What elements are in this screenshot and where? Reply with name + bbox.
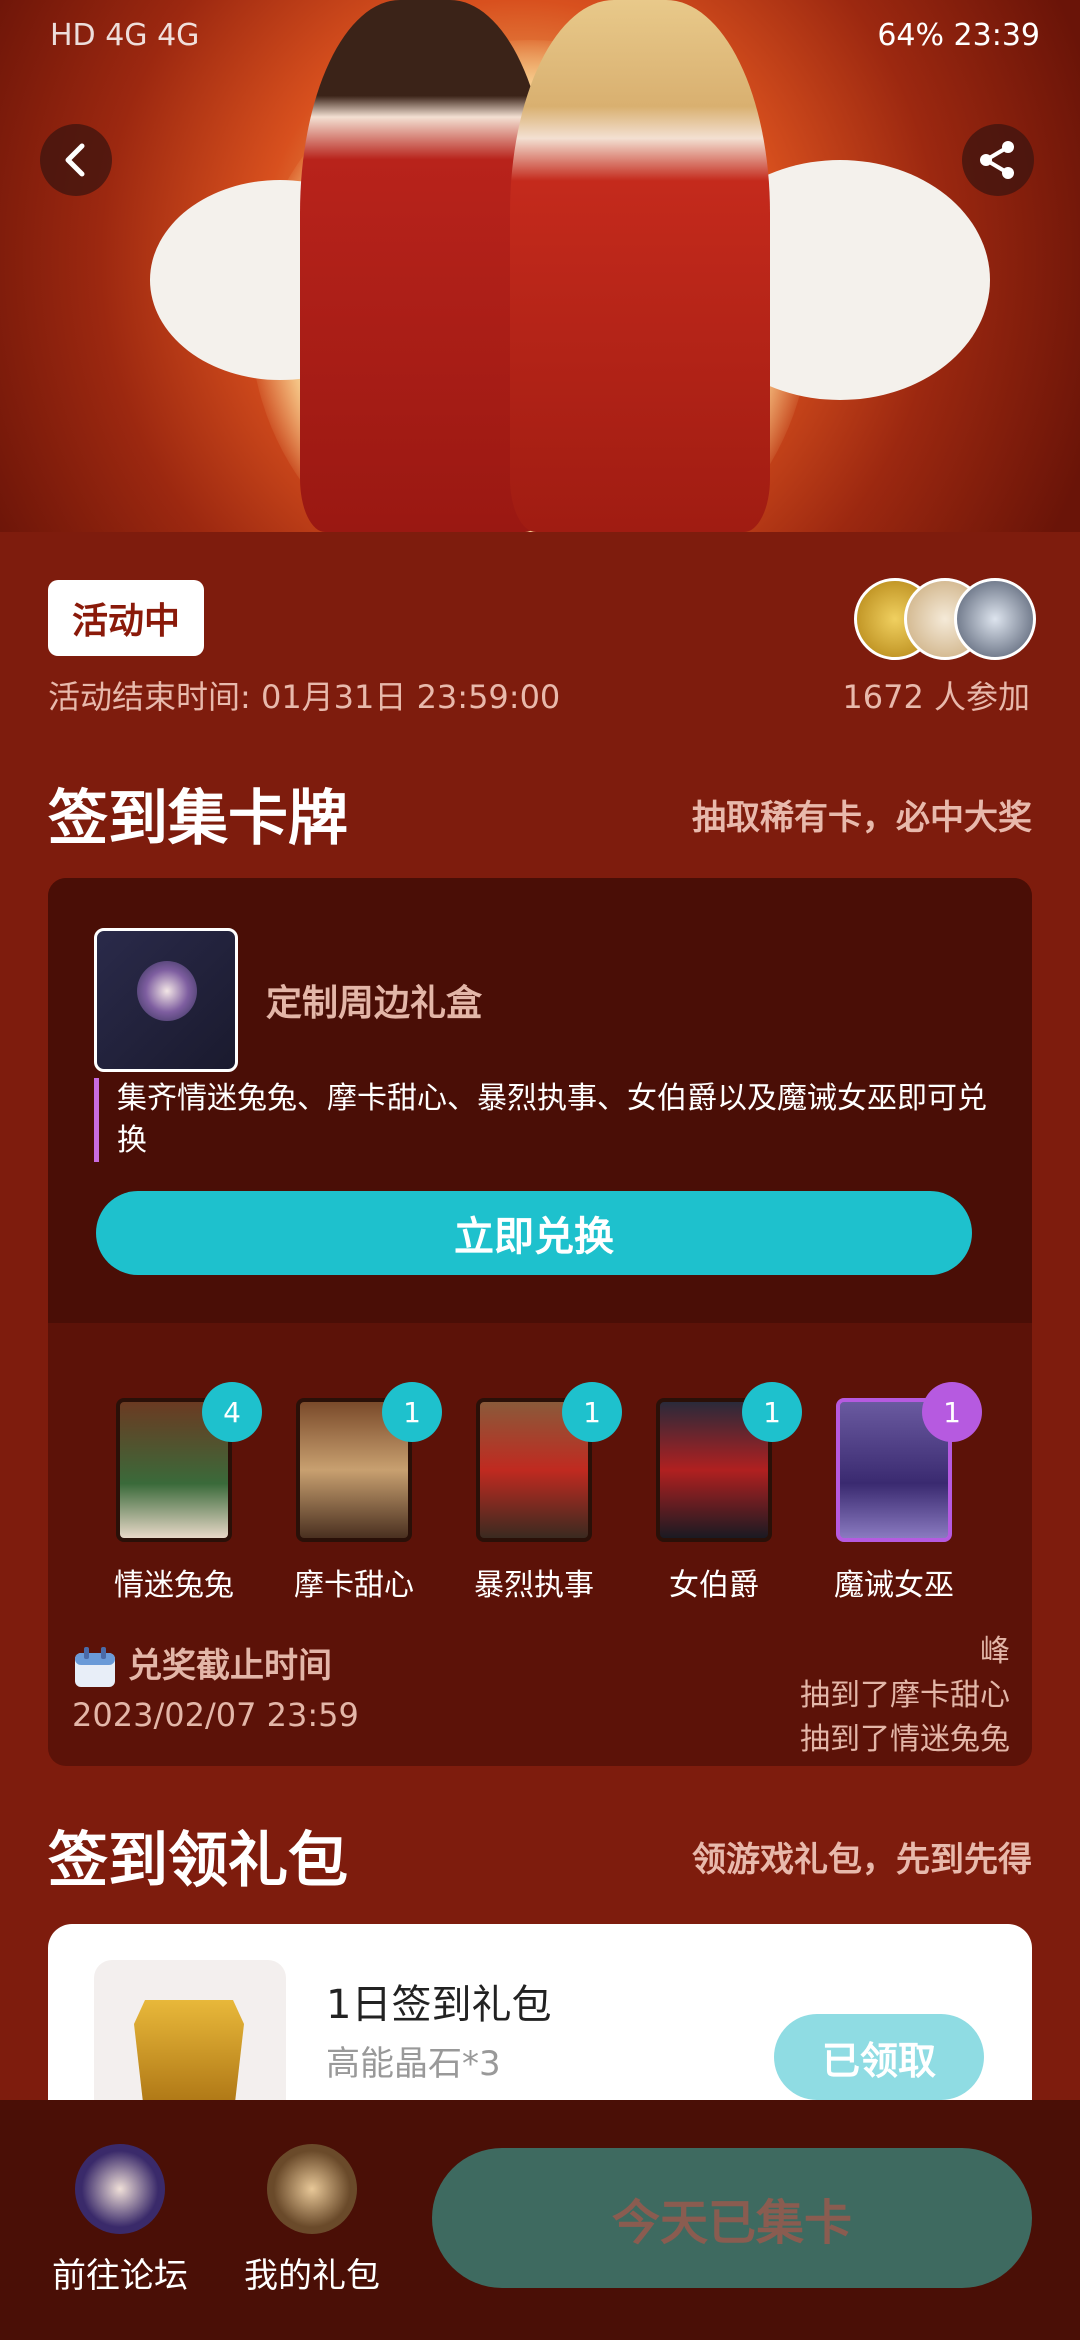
card-section-subtitle: 抽取稀有卡，必中大奖 [692,798,1032,838]
card-count-badge: 1 [382,1382,442,1442]
forum-label: 前往论坛 [52,2256,188,2296]
gift-box-image [94,928,238,1072]
gift-pack-desc: 高能晶石*3 [326,2044,501,2084]
ticker-item: 抽到了情迷兔兔 [800,1722,1010,1756]
ticker-item: 抽到了摩卡甜心 [800,1678,1010,1713]
card-name: 摩卡甜心 [294,1568,414,1603]
gift-section-subtitle: 领游戏礼包，先到先得 [692,1840,1032,1880]
status-right: 64% 23:39 [877,18,1040,53]
participant-avatars[interactable] [854,578,1036,660]
card-count-badge: 1 [562,1382,622,1442]
card-name: 暴烈执事 [474,1568,594,1603]
share-icon [980,141,1014,179]
card-count-badge: 1 [922,1382,982,1442]
draw-ticker: 峰 抽到了摩卡甜心 抽到了情迷兔兔 [730,1626,1010,1756]
card-list: 4 情迷兔兔 1 摩卡甜心 1 暴烈执事 1 女伯爵 1 魔诫女巫 [94,1382,994,1603]
bottom-bar: 前往论坛 我的礼包 今天已集卡 [0,2100,1080,2340]
gift-box-emblem [137,961,197,1021]
calendar-icon [75,1646,115,1687]
card-name: 情迷兔兔 [114,1568,234,1603]
my-gifts-label: 我的礼包 [244,2256,380,2296]
chevron-left-icon [65,143,85,177]
gift-section-title: 签到领礼包 [48,1826,348,1896]
hero-banner: HD 4G 4G 64% 23:39 [0,0,1080,532]
card-name: 魔诫女巫 [834,1568,954,1603]
deadline-label-text: 兑奖截止时间 [128,1646,332,1686]
card-section-title: 签到集卡牌 [48,784,348,854]
ticker-user: 峰 [980,1634,1010,1669]
card-count-badge: 4 [202,1382,262,1442]
card-count-badge: 1 [742,1382,802,1442]
share-button[interactable] [962,124,1034,196]
gift-pack-name: 1日签到礼包 [326,1982,552,2028]
avatar [954,578,1036,660]
participant-count: 1672 人参加 [842,678,1030,716]
status-left: HD 4G 4G [50,18,200,53]
forum-icon [75,2144,165,2234]
event-end-time: 活动结束时间: 01月31日 23:59:00 [48,678,561,716]
back-button[interactable] [40,124,112,196]
forum-button[interactable]: 前往论坛 [20,2144,220,2297]
card-collection-panel: 定制周边礼盒 集齐情迷兔兔、摩卡甜心、暴烈执事、女伯爵以及魔诫女巫即可兑换 立即… [48,878,1032,1766]
gift-icon [267,2144,357,2234]
deadline-label: 兑奖截止时间 [72,1638,332,1691]
reward-description: 集齐情迷兔兔、摩卡甜心、暴烈执事、女伯爵以及魔诫女巫即可兑换 [94,1078,997,1162]
card-name: 女伯爵 [669,1568,759,1603]
collect-card-button[interactable]: 今天已集卡 [432,2148,1032,2288]
status-bar: HD 4G 4G 64% 23:39 [0,14,1080,58]
claimed-button[interactable]: 已领取 [774,2014,984,2100]
reward-name: 定制周边礼盒 [266,983,483,1024]
hero-character-right [510,0,770,532]
status-badge: 活动中 [48,580,205,656]
my-gifts-button[interactable]: 我的礼包 [212,2144,412,2297]
deadline-value: 2023/02/07 23:59 [72,1696,359,1734]
redeem-button[interactable]: 立即兑换 [96,1191,972,1275]
